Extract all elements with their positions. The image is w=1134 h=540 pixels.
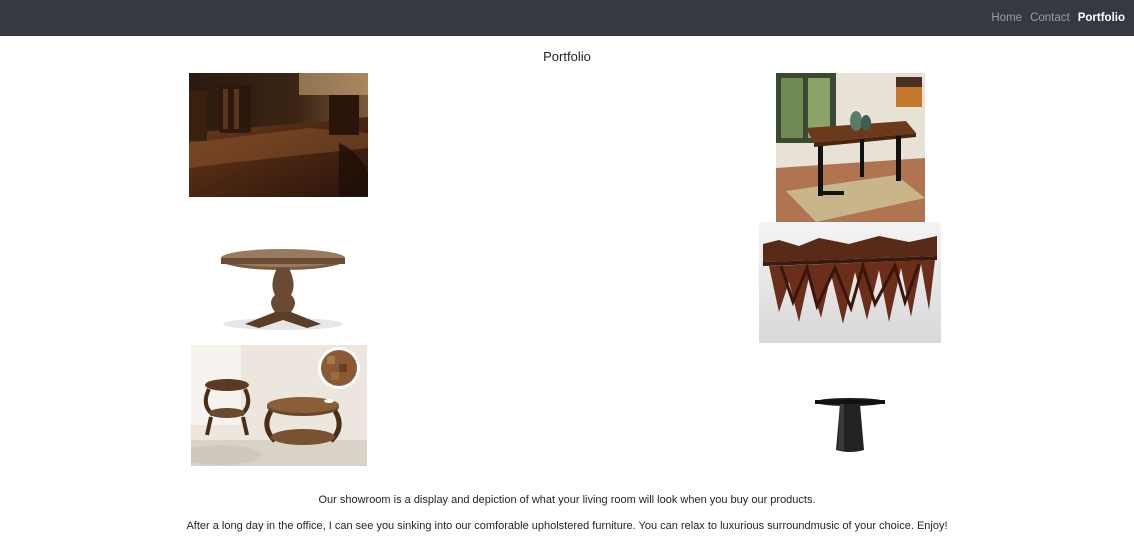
modern-dining-table-room-photo — [776, 73, 925, 222]
round-coffee-table-set-photo — [191, 345, 367, 466]
black-side-table-photo — [808, 390, 892, 456]
top-navbar: Home Contact Portfolio — [0, 0, 1134, 36]
comfort-paragraph: After a long day in the office, I can se… — [186, 520, 948, 532]
dining-table-closeup-photo — [189, 73, 368, 197]
showroom-paragraph: Our showroom is a display and depiction … — [318, 494, 816, 506]
round-pedestal-table-photo — [215, 240, 350, 332]
sculptural-wood-table-photo — [759, 222, 941, 343]
nav-link-home[interactable]: Home — [991, 12, 1022, 24]
nav-link-portfolio[interactable]: Portfolio — [1078, 12, 1125, 24]
page-title: Portfolio — [543, 49, 591, 64]
nav-link-contact[interactable]: Contact — [1030, 12, 1070, 24]
nav-links: Home Contact Portfolio — [991, 0, 1125, 36]
